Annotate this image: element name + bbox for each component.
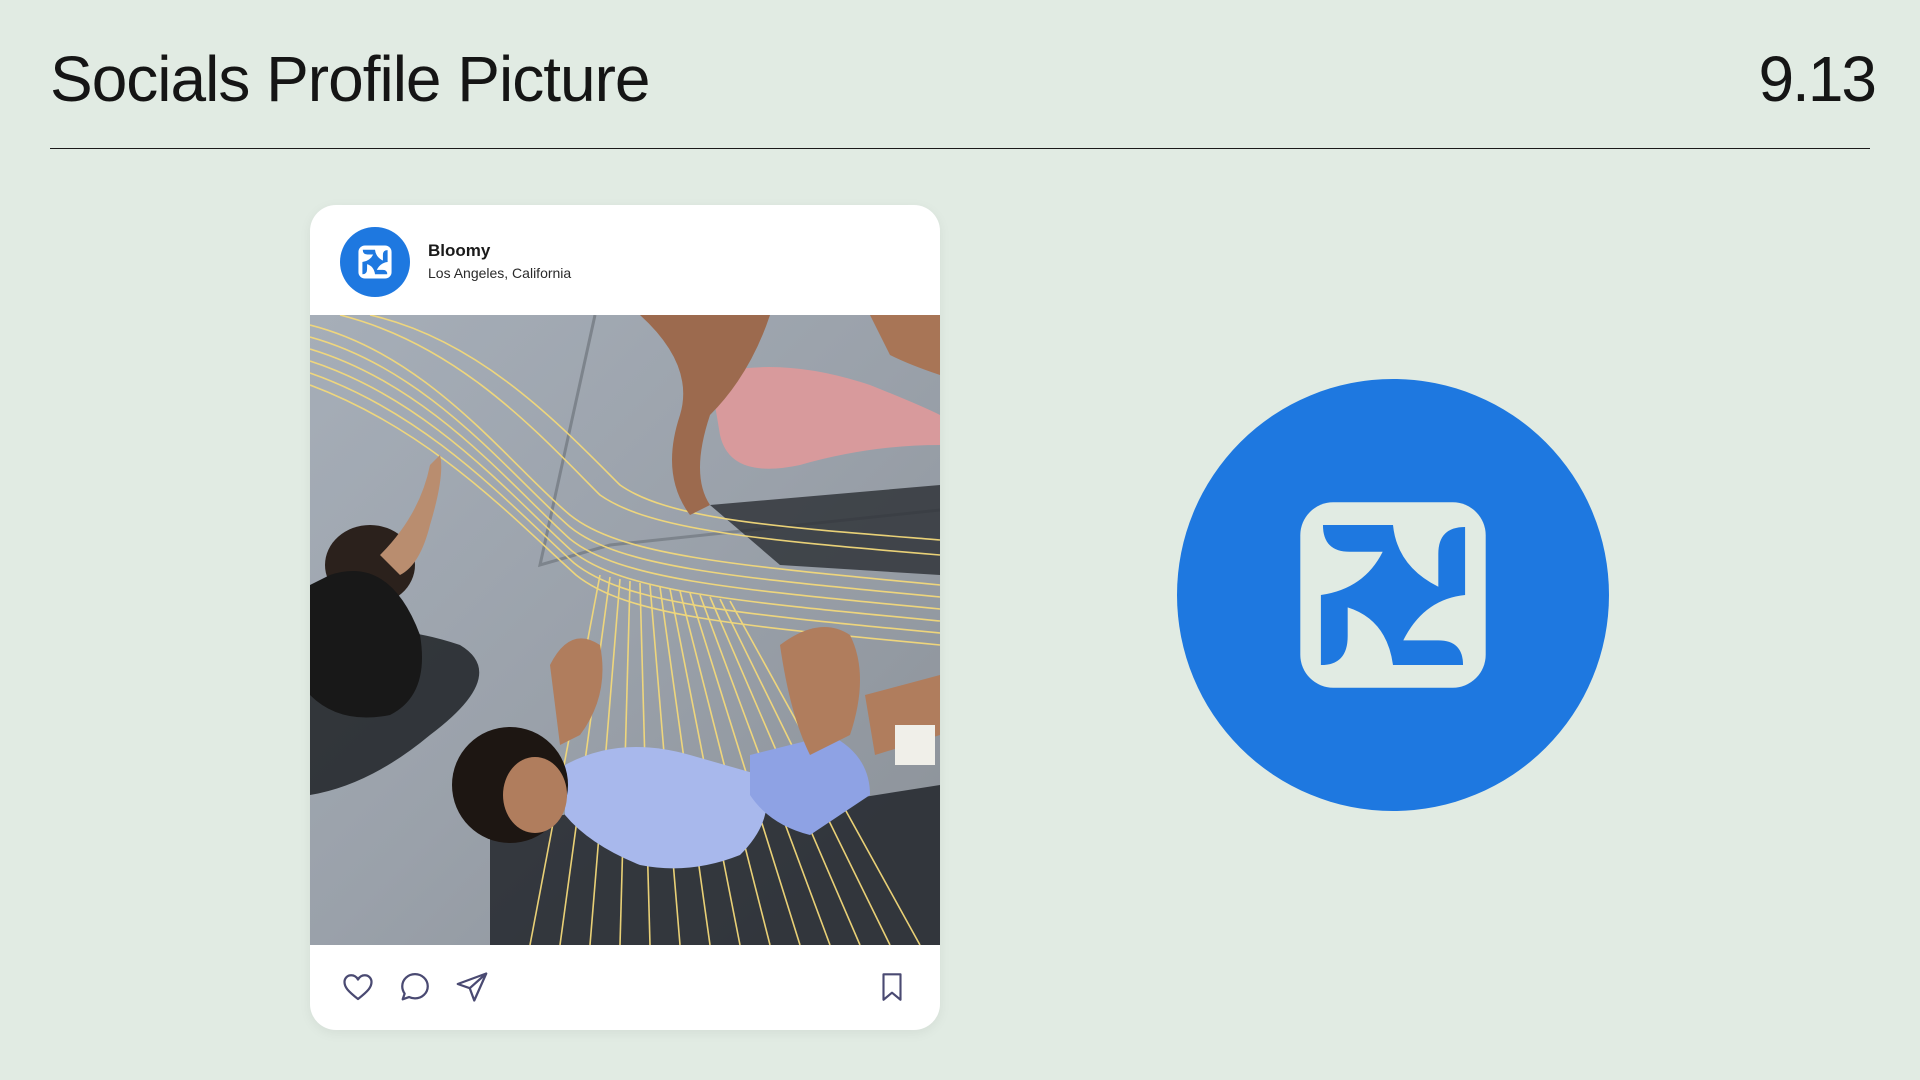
- header-divider: [50, 148, 1870, 149]
- page-title: Socials Profile Picture: [50, 43, 650, 115]
- bloomy-logo-icon: [1300, 502, 1486, 688]
- post-photo: [310, 315, 940, 945]
- bloomy-logo-icon: [358, 245, 392, 279]
- post-avatar[interactable]: [340, 227, 410, 297]
- bookmark-icon[interactable]: [872, 967, 912, 1007]
- post-actions: [310, 945, 940, 1030]
- social-post-card: Bloomy Los Angeles, California: [310, 205, 940, 1030]
- post-username[interactable]: Bloomy: [428, 241, 490, 261]
- post-header: Bloomy Los Angeles, California: [310, 205, 940, 315]
- profile-picture-large: [1177, 379, 1609, 811]
- heart-icon[interactable]: [338, 967, 378, 1007]
- comment-bubble-icon[interactable]: [395, 967, 435, 1007]
- page-number: 9.13: [1758, 43, 1877, 115]
- paper-plane-icon[interactable]: [452, 967, 492, 1007]
- post-location[interactable]: Los Angeles, California: [428, 265, 571, 281]
